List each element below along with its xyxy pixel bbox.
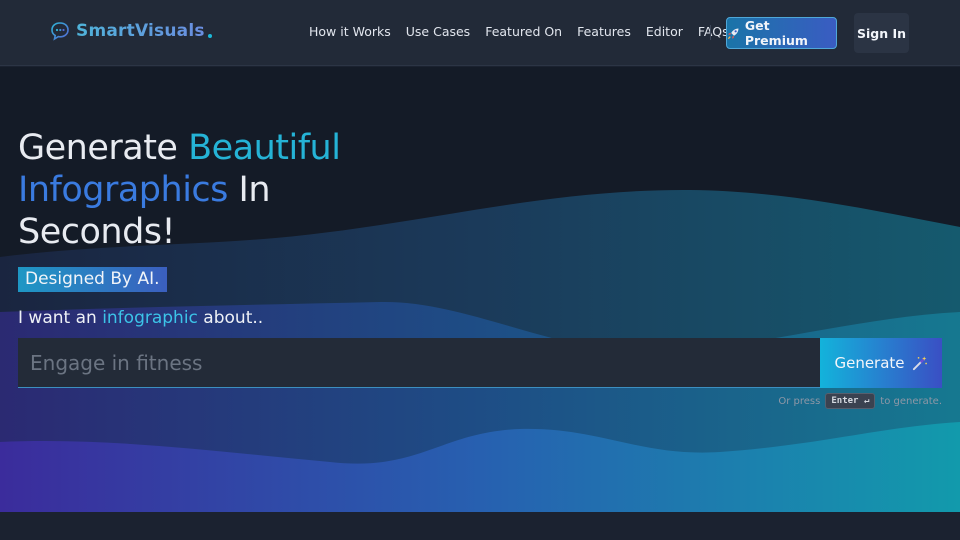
designed-by-ai-badge: Designed By AI. <box>18 267 167 292</box>
navbar: SmartVisuals How it Works Use Cases Feat… <box>0 0 960 66</box>
brand-name: SmartVisuals <box>76 21 205 41</box>
prompt-text-before: I want an <box>18 308 103 328</box>
rocket-icon <box>727 27 739 39</box>
nav-link-how-it-works[interactable]: How it Works <box>309 24 391 39</box>
prompt-label: I want an infographic about.. <box>18 308 263 328</box>
nav-link-features[interactable]: Features <box>577 24 631 39</box>
hero-headline: Generate Beautiful Infographics In Secon… <box>18 127 341 253</box>
magic-wand-icon <box>912 355 927 370</box>
headline-text-1: Generate <box>18 128 189 168</box>
nav-links: How it Works Use Cases Featured On Featu… <box>309 24 729 39</box>
headline-text-2: In <box>227 170 271 210</box>
generate-label: Generate <box>834 354 905 372</box>
enter-hint: Or press Enter ↵ to generate. <box>778 393 942 409</box>
nav-divider <box>710 25 711 40</box>
headline-text-3: Seconds! <box>18 212 176 252</box>
hero-section: Generate Beautiful Infographics In Secon… <box>0 67 960 512</box>
get-premium-button[interactable]: Get Premium <box>726 17 837 49</box>
brand-dot <box>207 33 212 38</box>
prompt-keyword: infographic <box>102 308 198 328</box>
nav-link-faqs[interactable]: FAQs <box>698 24 729 39</box>
topic-search-box <box>18 338 820 388</box>
hint-text-before: Or press <box>778 395 821 407</box>
generate-button[interactable]: Generate <box>820 338 942 388</box>
nav-link-featured-on[interactable]: Featured On <box>485 24 562 39</box>
nav-link-use-cases[interactable]: Use Cases <box>406 24 470 39</box>
headline-highlight-beautiful: Beautiful <box>188 128 341 168</box>
brand-logo[interactable]: SmartVisuals <box>50 21 212 41</box>
headline-highlight-infographics: Infographics <box>18 170 228 210</box>
prompt-text-after: about.. <box>197 308 264 328</box>
sign-in-button[interactable]: Sign In <box>854 13 909 53</box>
chat-bubble-logo-icon <box>51 22 69 41</box>
enter-key-badge: Enter ↵ <box>825 393 876 409</box>
get-premium-label: Get Premium <box>744 18 808 48</box>
hint-text-after: to generate. <box>880 395 942 407</box>
nav-link-editor[interactable]: Editor <box>646 24 683 39</box>
topic-input[interactable] <box>30 350 820 375</box>
